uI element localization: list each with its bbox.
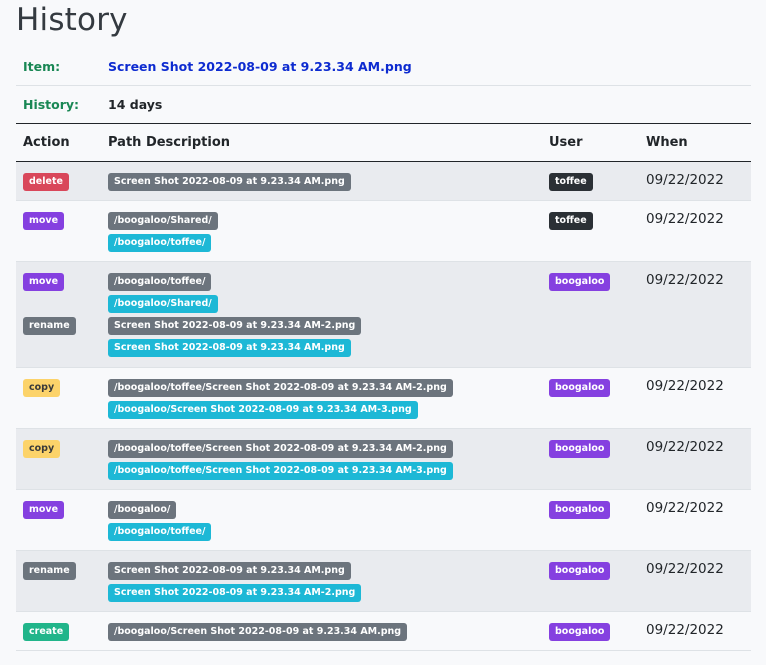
user-badge: toffee [549, 173, 593, 191]
user-badge: boogaloo [549, 623, 611, 641]
when-date: 09/22/2022 [646, 561, 724, 577]
path-description: /boogaloo/toffee/ /boogaloo/Shared/Screen… [108, 273, 362, 361]
user-badge: toffee [549, 212, 593, 230]
user-badge: boogaloo [549, 379, 611, 397]
column-header-action: Action [23, 135, 70, 150]
table-row: move/boogaloo/Shared/ /boogaloo/toffee/to… [16, 201, 751, 262]
source-path-badge: /boogaloo/toffee/Screen Shot 2022-08-09 … [108, 379, 453, 397]
history-page: History Item: Screen Shot 2022-08-09 at … [0, 0, 766, 665]
source-path-badge: /boogaloo/toffee/ [108, 273, 212, 291]
table-row: delete Screen Shot 2022-08-09 at 9.23.34 … [16, 162, 751, 201]
table-row: move rename/boogaloo/toffee/ /boogaloo/Sha… [16, 262, 751, 368]
destination-path-badge: /boogaloo/Shared/ [108, 295, 218, 313]
page-title: History [16, 2, 128, 38]
column-header-path: Path Description [108, 135, 231, 150]
destination-path-badge: /boogaloo/toffee/ [108, 234, 212, 252]
action-badge-move: move [23, 273, 65, 291]
source-path-badge: /boogaloo/Shared/ [108, 212, 218, 230]
action-badge-move: move [23, 501, 65, 519]
column-header-when: When [646, 135, 688, 150]
history-info-row: History: 14 days [16, 86, 751, 124]
destination-path-badge: /boogaloo/toffee/ [108, 523, 212, 541]
user-badge: boogaloo [549, 501, 611, 519]
when-date: 09/22/2022 [646, 272, 724, 288]
when-date: 09/22/2022 [646, 439, 724, 455]
source-path-badge: Screen Shot 2022-08-09 at 9.23.34 AM-2.p… [108, 317, 362, 335]
action-badge-move: move [23, 212, 65, 230]
item-link[interactable]: Screen Shot 2022-08-09 at 9.23.34 AM.png [108, 59, 412, 74]
action-badge-delete: delete [23, 173, 69, 191]
table-row: rename Screen Shot 2022-08-09 at 9.23.34 … [16, 551, 751, 612]
path-description: Screen Shot 2022-08-09 at 9.23.34 AM.png… [108, 562, 362, 606]
action-badge-copy: copy [23, 379, 61, 397]
table-header: Action Path Description User When [16, 123, 751, 162]
action-badge-create: create [23, 623, 70, 641]
when-date: 09/22/2022 [646, 622, 724, 638]
path-description: /boogaloo/toffee/Screen Shot 2022-08-09 … [108, 379, 453, 423]
path-description: /boogaloo/Shared/ /boogaloo/toffee/ [108, 212, 218, 256]
table-row: copy/boogaloo/toffee/Screen Shot 2022-08… [16, 368, 751, 429]
source-path-badge: Screen Shot 2022-08-09 at 9.23.34 AM.png [108, 562, 351, 580]
action-badge-rename: rename [23, 562, 76, 580]
when-date: 09/22/2022 [646, 500, 724, 516]
item-info-row: Item: Screen Shot 2022-08-09 at 9.23.34 … [16, 48, 751, 86]
path-description: /boogaloo/Screen Shot 2022-08-09 at 9.23… [108, 623, 408, 645]
history-value: 14 days [108, 97, 163, 112]
destination-path-badge: /boogaloo/toffee/Screen Shot 2022-08-09 … [108, 462, 453, 480]
column-header-user: User [549, 135, 583, 150]
destination-path-badge: Screen Shot 2022-08-09 at 9.23.34 AM-2.p… [108, 584, 362, 602]
destination-path-badge: Screen Shot 2022-08-09 at 9.23.34 AM.png [108, 339, 351, 357]
source-path-badge: /boogaloo/toffee/Screen Shot 2022-08-09 … [108, 440, 453, 458]
table-row: copy/boogaloo/toffee/Screen Shot 2022-08… [16, 429, 751, 490]
action-badge-rename: rename [23, 317, 76, 335]
action-badge-copy: copy [23, 440, 61, 458]
when-date: 09/22/2022 [646, 211, 724, 227]
item-label: Item: [23, 59, 61, 74]
source-path-badge: Screen Shot 2022-08-09 at 9.23.34 AM.png [108, 173, 351, 191]
path-description: Screen Shot 2022-08-09 at 9.23.34 AM.png [108, 173, 351, 195]
user-badge: boogaloo [549, 273, 611, 291]
source-path-badge: /boogaloo/Screen Shot 2022-08-09 at 9.23… [108, 623, 408, 641]
history-label: History: [23, 97, 80, 112]
source-path-badge: /boogaloo/ [108, 501, 177, 519]
path-description: /boogaloo/toffee/Screen Shot 2022-08-09 … [108, 440, 453, 484]
when-date: 09/22/2022 [646, 172, 724, 188]
user-badge: boogaloo [549, 562, 611, 580]
table-row: move/boogaloo/ /boogaloo/toffee/boogaloo 0… [16, 490, 751, 551]
destination-path-badge: /boogaloo/Screen Shot 2022-08-09 at 9.23… [108, 401, 418, 419]
when-date: 09/22/2022 [646, 378, 724, 394]
table-row: create/boogaloo/Screen Shot 2022-08-09 a… [16, 612, 751, 651]
user-badge: boogaloo [549, 440, 611, 458]
path-description: /boogaloo/ /boogaloo/toffee/ [108, 501, 212, 545]
